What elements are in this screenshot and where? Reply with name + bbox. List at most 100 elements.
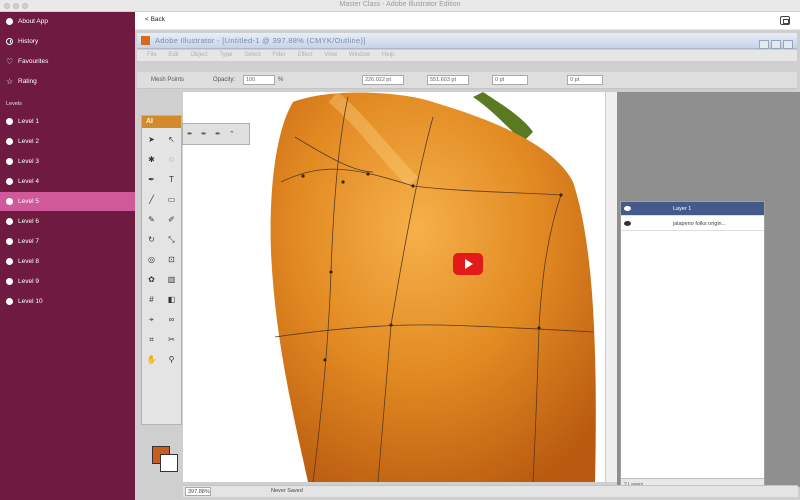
sidebar-item-level-8[interactable]: Level 8 [0, 252, 135, 271]
brush-tool-icon: ✎ [148, 215, 155, 224]
h-field: 0 pt [567, 75, 603, 85]
pen-plus-icon: ✒ [215, 131, 221, 138]
type-tool-icon: T [169, 175, 174, 184]
sidebar-item-level-2[interactable]: Level 2 [0, 132, 135, 151]
sidebar: About App History ♡ Favourites ☆ Rating … [0, 12, 135, 500]
delete-anchor-point-icon: ✒ [201, 131, 207, 138]
gradient-tool-icon: ◧ [167, 295, 176, 304]
sidebar-item-label: Level 10 [18, 298, 43, 305]
zoom-tool-icon: ⚲ [168, 355, 175, 364]
add-anchor-point-icon: ✒ [187, 131, 193, 138]
sidebar-item-level-5[interactable]: Level 5 [0, 192, 135, 211]
level-dot-icon [6, 118, 13, 125]
mode-label: Mesh Points [151, 77, 185, 83]
menu-select: Select [244, 52, 261, 58]
title-bar: Master Class - Adobe Illustrator Edition [0, 0, 800, 12]
sidebar-item-label: Level 9 [18, 278, 39, 285]
layer-name: jalapeno folks origin... [673, 221, 727, 227]
sidebar-item-label: Level 8 [18, 258, 39, 265]
level-dot-icon [6, 278, 13, 285]
menu-effect: Effect [297, 52, 313, 58]
sidebar-item-level-4[interactable]: Level 4 [0, 172, 135, 191]
menu-view: View [324, 52, 338, 58]
illustrator-control-bar: Mesh Points Opacity: 100 % 226.022 pt 55… [137, 72, 797, 89]
rotate-tool-icon: ↻ [148, 235, 155, 244]
y-field: 551.603 pt [427, 75, 469, 85]
menu-help: Help [381, 52, 395, 58]
sidebar-item-label: History [18, 38, 39, 45]
level-dot-icon [6, 258, 13, 265]
level-dot-icon [6, 198, 13, 205]
w-field: 0 pt [492, 75, 528, 85]
floating-tool-palette: ✒ ✒ ✒ ⌃ [182, 123, 250, 145]
content-header: < Back [135, 12, 800, 30]
sidebar-item-history[interactable]: History [0, 32, 135, 51]
convert-anchor-icon: ⌃ [229, 131, 235, 138]
sidebar-item-label: Level 3 [18, 158, 39, 165]
sidebar-item-label: About App [18, 18, 48, 25]
back-button[interactable]: < Back [145, 16, 165, 23]
slice-tool-icon: ⌗ [149, 335, 154, 344]
selection-tool-icon: ➤ [148, 135, 155, 144]
star-icon: ☆ [6, 77, 14, 86]
tools-panel: AI ➤ ↖ ✱ ◌ ✒ T ╱ ▭ ✎ ✐ ↻ ⤡ ◎ ⊡ ✿ ▥ # ◧ ⌖… [141, 115, 182, 472]
illustrator-status-bar: 397.88% Never Saved [183, 485, 798, 497]
heart-icon: ♡ [6, 57, 14, 66]
illustrator-menubar: File Edit Object Type Select Filter Effe… [137, 50, 797, 61]
info-dot-icon [6, 18, 13, 25]
stroke-color-swatch [160, 454, 178, 472]
rectangle-tool-icon: ▭ [167, 195, 176, 204]
sidebar-item-level-6[interactable]: Level 6 [0, 212, 135, 231]
menu-object: Object [190, 52, 208, 58]
symbol-sprayer-tool-icon: ✿ [148, 275, 155, 284]
scissors-tool-icon: ✂ [168, 335, 175, 344]
eyedropper-tool-icon: ⌖ [149, 315, 154, 324]
fullscreen-icon[interactable] [780, 16, 790, 25]
sidebar-item-label: Favourites [18, 58, 49, 65]
illustrator-title: Adobe Illustrator - [Untitled-1 @ 397.88… [155, 36, 366, 45]
tools-panel-header: AI [142, 116, 181, 128]
sidebar-item-rating[interactable]: ☆ Rating [0, 72, 135, 91]
sidebar-item-label: Level 7 [18, 238, 39, 245]
eye-icon [624, 206, 631, 211]
clock-icon [6, 38, 13, 45]
sidebar-item-about-app[interactable]: About App [0, 12, 135, 31]
sidebar-item-level-7[interactable]: Level 7 [0, 232, 135, 251]
scale-tool-icon: ⤡ [168, 235, 175, 244]
menu-type: Type [219, 52, 233, 58]
sidebar-item-level-3[interactable]: Level 3 [0, 152, 135, 171]
sidebar-item-favourites[interactable]: ♡ Favourites [0, 52, 135, 71]
video-player[interactable]: Adobe Illustrator - [Untitled-1 @ 397.88… [135, 30, 800, 500]
canvas-scrollbar [605, 92, 617, 482]
illustrator-title-bar: Adobe Illustrator - [Untitled-1 @ 397.88… [137, 33, 797, 49]
level-dot-icon [6, 238, 13, 245]
opacity-pct: % [278, 77, 284, 83]
hand-tool-icon: ✋ [146, 355, 157, 364]
opacity-field: 100 [243, 75, 275, 85]
illustrator-logo-icon [141, 36, 150, 45]
sidebar-item-label: Level 6 [18, 218, 39, 225]
pencil-tool-icon: ✐ [168, 215, 175, 224]
free-transform-tool-icon: ⊡ [168, 255, 175, 264]
sidebar-item-label: Level 4 [18, 178, 39, 185]
warp-tool-icon: ◎ [148, 255, 155, 264]
window-title: Master Class - Adobe Illustrator Edition [339, 1, 461, 8]
play-button[interactable] [453, 253, 483, 275]
level-dot-icon [6, 298, 13, 305]
zoom-field: 397.88% [185, 487, 211, 496]
menu-edit: Edit [168, 52, 179, 58]
artboard [183, 92, 605, 482]
menu-window: Window [348, 52, 371, 58]
layer-row: jalapeno folks origin... [621, 217, 764, 231]
layer-row: Layer 1 [621, 202, 764, 216]
direct-selection-tool-icon: ↖ [168, 135, 175, 144]
level-dot-icon [6, 178, 13, 185]
sidebar-item-level-9[interactable]: Level 9 [0, 272, 135, 291]
sidebar-item-level-1[interactable]: Level 1 [0, 112, 135, 131]
sidebar-item-label: Level 5 [18, 198, 39, 205]
status-text: Never Saved [271, 488, 303, 494]
sidebar-item-level-10[interactable]: Level 10 [0, 292, 135, 311]
levels-heading: Levels [6, 101, 22, 107]
opacity-label: Opacity: [213, 77, 236, 83]
layers-panel: Layer 1 jalapeno folks origin... 2 Layer… [620, 201, 765, 491]
